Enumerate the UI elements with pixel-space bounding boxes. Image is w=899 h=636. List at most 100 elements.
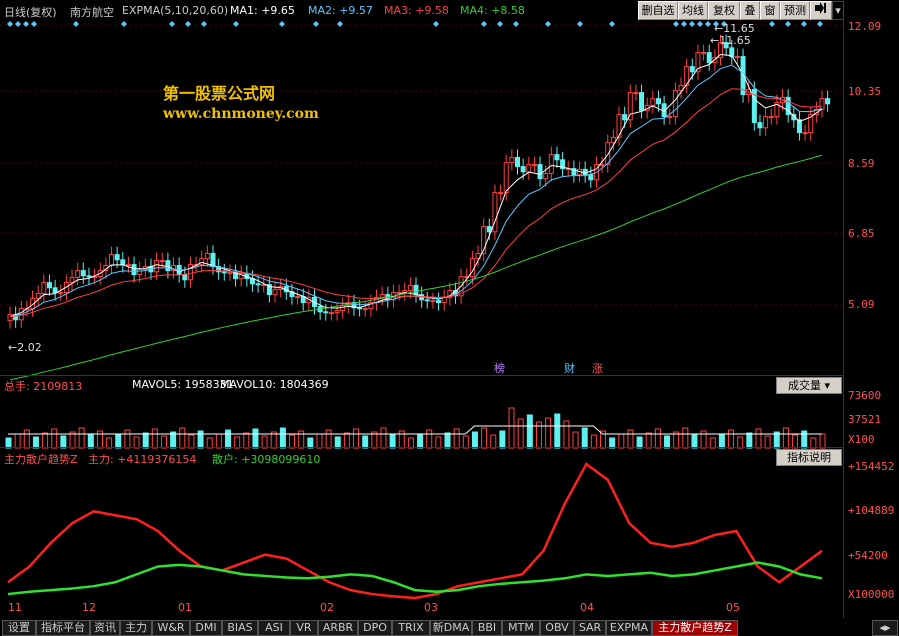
volume-bar [215, 433, 222, 449]
tab-17[interactable]: EXPMA [606, 620, 652, 636]
candle-body [689, 66, 695, 73]
candle-body [424, 299, 430, 302]
tab-1[interactable]: 指标平台 [36, 620, 90, 636]
signal-markers [7, 21, 823, 27]
tab-8[interactable]: VR [290, 620, 318, 636]
candle-body [131, 264, 137, 276]
candle-body [58, 292, 64, 295]
signal-diamond [121, 21, 127, 27]
signal-diamond [169, 21, 175, 27]
candle-body [430, 300, 436, 303]
volume-bar [42, 432, 49, 449]
volume-bars [5, 407, 826, 449]
candle-body [622, 114, 628, 121]
tab-15[interactable]: OBV [540, 620, 574, 636]
event-flag-rise[interactable]: 涨 [592, 360, 603, 376]
forecast-button[interactable]: 预测 [780, 1, 810, 20]
tab-12[interactable]: 新DMA [430, 620, 472, 636]
stock-chart-window: 日线(复权) 南方航空 EXPMA(5,10,20,60) MA1: +9.65… [0, 0, 899, 636]
volume-bar [426, 429, 433, 449]
signal-diamond [689, 21, 695, 27]
candle-body [7, 314, 13, 322]
tab-7[interactable]: ASI [258, 620, 290, 636]
indicator-help-button[interactable]: 指标说明 [776, 449, 842, 466]
indicator-tabs: 设置 指标平台 资讯 主力 W&R DMI BIAS ASI VR ARBR DPO TRIX 新DMA… [0, 618, 899, 636]
volume-bar [728, 429, 735, 449]
candle-body [701, 52, 707, 55]
signal-diamond [817, 21, 823, 27]
candle-body [599, 164, 605, 167]
ma-button[interactable]: 均线 [678, 1, 708, 20]
price-tick: 8.59 [848, 157, 875, 170]
tab-scroll-arrows-icon[interactable]: ◂▸ [872, 620, 898, 636]
tab-0[interactable]: 设置 [2, 620, 36, 636]
remove-favorite-button[interactable]: 删自选 [638, 1, 678, 20]
volume-unit: X100 [848, 433, 875, 446]
volume-bar [444, 432, 451, 449]
mavol5-value: MAVOL5: 1958331 [132, 378, 234, 391]
adjust-button[interactable]: 复权 [708, 1, 740, 20]
volume-tick: 73600 [848, 389, 882, 402]
candle-body [46, 282, 52, 289]
watermark-title: 第一股票公式网 [163, 84, 276, 103]
signal-diamond [233, 21, 239, 27]
candle-body [120, 259, 126, 266]
price-tick: 12.09 [848, 20, 882, 33]
event-flag-list[interactable]: 榜 [494, 360, 505, 376]
ma4-value: MA4: +8.58 [460, 4, 525, 17]
overlay-button[interactable]: 叠 [740, 1, 760, 20]
volume-selector[interactable]: 成交量 ▾ [776, 377, 842, 394]
candle-body [768, 116, 774, 119]
tab-13[interactable]: BBI [472, 620, 502, 636]
candle-body [154, 260, 160, 273]
candle-body [396, 292, 402, 295]
candle-body [734, 56, 740, 59]
chart-canvas[interactable] [0, 20, 843, 618]
volume-bar [380, 427, 387, 449]
price-tick: 6.85 [848, 227, 875, 240]
tab-4[interactable]: W&R [152, 620, 190, 636]
volume-bar [23, 429, 30, 449]
candle-body [125, 264, 131, 267]
mavol10-value: MAVOL10: 1804369 [220, 378, 329, 391]
signal-diamond [769, 21, 775, 27]
tab-11[interactable]: TRIX [392, 620, 430, 636]
volume-bar [581, 427, 588, 449]
candle-body [204, 252, 210, 260]
volume-bar [682, 427, 689, 449]
volume-bar [782, 427, 789, 449]
candle-body [819, 98, 825, 110]
signal-diamond [705, 21, 711, 27]
window-button[interactable]: 窗 [760, 1, 780, 20]
tab-14[interactable]: MTM [502, 620, 540, 636]
tab-6[interactable]: BIAS [222, 620, 258, 636]
tab-16[interactable]: SAR [574, 620, 606, 636]
signal-diamond [681, 21, 687, 27]
candle-body [610, 136, 616, 144]
candle-body [802, 132, 808, 135]
candle-body [825, 98, 831, 105]
candle-body [80, 270, 86, 277]
signal-diamond [15, 21, 21, 27]
candle-body [763, 116, 769, 129]
tab-18[interactable]: 主力散户趋势Z [652, 620, 738, 636]
arrow-right-icon[interactable] [810, 1, 832, 20]
volume-bar [343, 432, 350, 449]
tab-10[interactable]: DPO [358, 620, 392, 636]
indicator-name[interactable]: EXPMA(5,10,20,60) [122, 4, 228, 17]
candle-body [165, 260, 171, 272]
volume-bar [417, 433, 424, 449]
tab-5[interactable]: DMI [190, 620, 222, 636]
event-flag-finance[interactable]: 财 [564, 360, 575, 376]
volume-total: 总手: 2109813 [4, 380, 83, 393]
tab-2[interactable]: 资讯 [90, 620, 120, 636]
signal-diamond [801, 21, 807, 27]
candle-body [627, 92, 633, 121]
volume-bar [124, 429, 131, 449]
signal-diamond [201, 21, 207, 27]
signal-diamond [23, 21, 29, 27]
period-label[interactable]: 日线(复权) [4, 4, 57, 20]
tab-3[interactable]: 主力 [120, 620, 152, 636]
chevron-down-icon[interactable]: ▾ [832, 1, 844, 20]
tab-9[interactable]: ARBR [318, 620, 358, 636]
